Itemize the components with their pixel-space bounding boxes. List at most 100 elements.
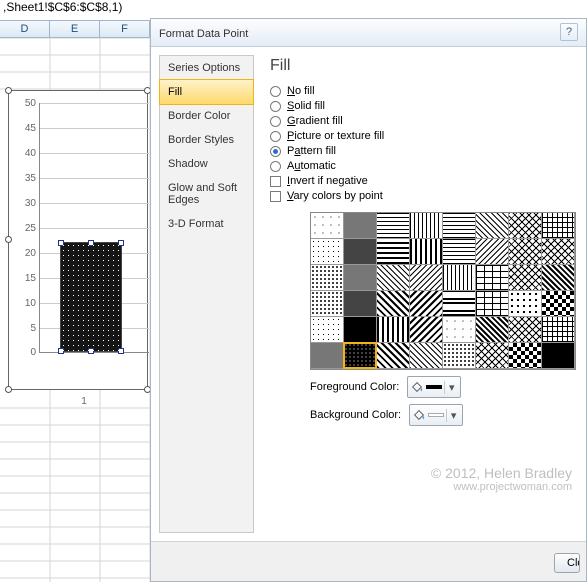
pattern-swatch[interactable]: [409, 238, 443, 265]
pattern-swatch[interactable]: [508, 264, 542, 291]
col-header-e[interactable]: E: [50, 21, 100, 37]
pattern-swatch[interactable]: [442, 212, 476, 239]
background-color-button[interactable]: ▾: [409, 404, 463, 426]
pattern-swatch[interactable]: [541, 290, 575, 317]
chart-plot-area: 50 45 40 35 30 25 20 15 10 5 0: [39, 103, 149, 353]
pattern-swatch[interactable]: [475, 212, 509, 239]
pattern-swatch[interactable]: [442, 342, 476, 369]
col-header-d[interactable]: D: [0, 21, 50, 37]
pattern-swatch[interactable]: [310, 342, 344, 369]
background-color-label: Background Color:: [310, 409, 401, 421]
dialog-footer: Close: [151, 541, 586, 581]
fill-pane: Fill No fill Solid fill Gradient fill Pi…: [254, 47, 586, 541]
x-category-label: 1: [29, 396, 139, 407]
pattern-swatch[interactable]: [508, 238, 542, 265]
nav-glow-soft-edges[interactable]: Glow and Soft Edges: [160, 176, 253, 212]
opt-gradient-fill[interactable]: Gradient fill: [270, 115, 576, 127]
paint-bucket-icon: [410, 380, 424, 394]
pattern-swatch[interactable]: [376, 264, 410, 291]
ytick: 5: [16, 323, 36, 334]
data-bar-1[interactable]: [60, 242, 122, 352]
pattern-swatch[interactable]: [508, 212, 542, 239]
pattern-swatch[interactable]: [376, 290, 410, 317]
foreground-color-label: Foreground Color:: [310, 381, 399, 393]
pattern-swatch[interactable]: [409, 342, 443, 369]
pattern-swatch[interactable]: [475, 264, 509, 291]
pattern-swatch[interactable]: [409, 212, 443, 239]
pattern-swatch[interactable]: [310, 264, 344, 291]
paint-bucket-icon: [412, 408, 426, 422]
pattern-swatch[interactable]: [343, 238, 377, 265]
pattern-swatch[interactable]: [409, 264, 443, 291]
nav-fill[interactable]: Fill: [159, 79, 254, 105]
pattern-swatch[interactable]: [541, 316, 575, 343]
pattern-swatch[interactable]: [442, 264, 476, 291]
ytick: 50: [16, 98, 36, 109]
pattern-picker: [310, 212, 576, 370]
pattern-swatch[interactable]: [541, 212, 575, 239]
pattern-swatch[interactable]: [475, 316, 509, 343]
nav-shadow[interactable]: Shadow: [160, 152, 253, 176]
pattern-swatch[interactable]: [343, 290, 377, 317]
opt-automatic[interactable]: Automatic: [270, 160, 576, 172]
chevron-down-icon: ▾: [446, 409, 460, 422]
nav-border-color[interactable]: Border Color: [160, 104, 253, 128]
nav-3d-format[interactable]: 3-D Format: [160, 212, 253, 236]
opt-no-fill[interactable]: No fill: [270, 85, 576, 97]
pattern-swatch-selected[interactable]: [343, 342, 377, 369]
pattern-swatch[interactable]: [310, 238, 344, 265]
formula-bar[interactable]: ,Sheet1!$C$6:$C$8,1): [0, 0, 150, 20]
opt-pattern-fill[interactable]: Pattern fill: [270, 145, 576, 157]
pattern-swatch[interactable]: [310, 212, 344, 239]
pattern-swatch[interactable]: [541, 342, 575, 369]
pattern-swatch[interactable]: [442, 316, 476, 343]
pattern-swatch[interactable]: [343, 212, 377, 239]
pattern-swatch[interactable]: [343, 264, 377, 291]
ytick: 45: [16, 123, 36, 134]
pattern-swatch[interactable]: [409, 290, 443, 317]
pattern-swatch[interactable]: [409, 316, 443, 343]
category-nav: Series Options Fill Border Color Border …: [159, 55, 254, 533]
opt-invert-negative[interactable]: Invert if negative: [270, 175, 576, 187]
pattern-swatch[interactable]: [541, 238, 575, 265]
col-header-f[interactable]: F: [100, 21, 150, 37]
opt-solid-fill[interactable]: Solid fill: [270, 100, 576, 112]
pattern-swatch[interactable]: [376, 316, 410, 343]
pattern-swatch[interactable]: [475, 238, 509, 265]
ytick: 20: [16, 248, 36, 259]
foreground-color-button[interactable]: ▾: [407, 376, 461, 398]
pattern-swatch[interactable]: [508, 316, 542, 343]
dialog-title: Format Data Point: [159, 28, 248, 40]
opt-vary-colors[interactable]: Vary colors by point: [270, 190, 576, 202]
ytick: 0: [16, 347, 36, 358]
pattern-swatch[interactable]: [508, 290, 542, 317]
ytick: 10: [16, 298, 36, 309]
nav-series-options[interactable]: Series Options: [160, 56, 253, 80]
pattern-swatch[interactable]: [343, 316, 377, 343]
ytick: 30: [16, 198, 36, 209]
dialog-title-bar[interactable]: Format Data Point ?: [151, 19, 586, 47]
pane-heading: Fill: [270, 57, 576, 75]
pattern-swatch[interactable]: [475, 342, 509, 369]
format-data-point-dialog: Format Data Point ? Series Options Fill …: [150, 18, 587, 582]
opt-picture-fill[interactable]: Picture or texture fill: [270, 130, 576, 142]
close-button[interactable]: Close: [554, 553, 580, 573]
ytick: 15: [16, 273, 36, 284]
pattern-swatch[interactable]: [376, 238, 410, 265]
ytick: 40: [16, 148, 36, 159]
nav-border-styles[interactable]: Border Styles: [160, 128, 253, 152]
pattern-swatch[interactable]: [508, 342, 542, 369]
pattern-swatch[interactable]: [310, 290, 344, 317]
help-button[interactable]: ?: [560, 23, 578, 41]
watermark: © 2012, Helen Bradley www.projectwoman.c…: [431, 465, 572, 493]
chevron-down-icon: ▾: [444, 381, 458, 394]
pattern-swatch[interactable]: [442, 238, 476, 265]
pattern-swatch[interactable]: [475, 290, 509, 317]
fg-swatch: [426, 385, 442, 389]
pattern-swatch[interactable]: [376, 212, 410, 239]
pattern-swatch[interactable]: [310, 316, 344, 343]
pattern-swatch[interactable]: [442, 290, 476, 317]
embedded-chart[interactable]: 50 45 40 35 30 25 20 15 10 5 0 1: [8, 90, 148, 390]
pattern-swatch[interactable]: [541, 264, 575, 291]
pattern-swatch[interactable]: [376, 342, 410, 369]
